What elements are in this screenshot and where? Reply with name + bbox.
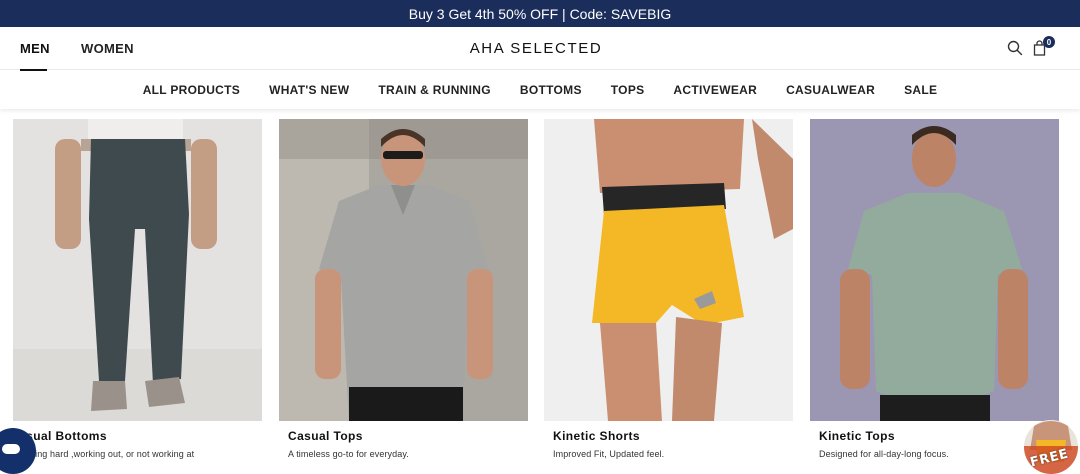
search-icon[interactable]: [1006, 39, 1024, 57]
product-image-kinetic-tops[interactable]: [810, 119, 1059, 421]
product-image-casual-bottoms[interactable]: [13, 119, 262, 421]
free-gift-badge[interactable]: FREE: [1024, 420, 1078, 474]
product-title[interactable]: Kinetic Shorts: [553, 429, 640, 443]
nav-item-bottoms[interactable]: BOTTOMS: [505, 83, 596, 97]
product-card-kinetic-tops[interactable]: Kinetic Tops Designed for all-day-long f…: [810, 119, 1059, 474]
product-title[interactable]: Casual Tops: [288, 429, 363, 443]
chat-icon-glyph: [2, 444, 20, 454]
header: MEN WOMEN AHA SELECTED 0: [0, 27, 1080, 71]
nav-item-train-running[interactable]: TRAIN & RUNNING: [364, 83, 506, 97]
product-description: A timeless go-to for everyday.: [288, 449, 409, 459]
tab-women[interactable]: WOMEN: [81, 27, 134, 70]
product-description: Designed for all-day-long focus.: [819, 449, 949, 459]
product-title[interactable]: Kinetic Tops: [819, 429, 895, 443]
promo-text: Buy 3 Get 4th 50% OFF | Code: SAVEBIG: [408, 5, 672, 22]
nav-item-activewear[interactable]: ACTIVEWEAR: [659, 83, 772, 97]
nav-item-whats-new[interactable]: WHAT'S NEW: [255, 83, 364, 97]
product-card-kinetic-shorts[interactable]: Kinetic Shorts Improved Fit, Updated fee…: [544, 119, 793, 474]
product-grid: Casual Bottoms r working hard ,working o…: [0, 119, 1080, 474]
category-nav: ALL PRODUCTS WHAT'S NEW TRAIN & RUNNING …: [0, 70, 1080, 109]
nav-item-tops[interactable]: TOPS: [596, 83, 659, 97]
nav-item-sale[interactable]: SALE: [890, 83, 952, 97]
promo-bar: Buy 3 Get 4th 50% OFF | Code: SAVEBIG: [0, 0, 1080, 27]
cart-count-badge: 0: [1043, 36, 1055, 48]
product-card-casual-bottoms[interactable]: Casual Bottoms r working hard ,working o…: [10, 119, 262, 474]
product-description: r working hard ,working out, or not work…: [10, 449, 195, 459]
product-description: Improved Fit, Updated feel.: [553, 449, 665, 459]
product-card-casual-tops[interactable]: Casual Tops A timeless go-to for everyda…: [279, 119, 528, 474]
product-image-kinetic-shorts[interactable]: [544, 119, 793, 421]
nav-item-all-products[interactable]: ALL PRODUCTS: [128, 83, 254, 97]
nav-item-casualwear[interactable]: CASUALWEAR: [772, 83, 890, 97]
tab-men[interactable]: MEN: [20, 27, 49, 71]
product-image-casual-tops[interactable]: [279, 119, 528, 421]
site-logo[interactable]: AHA SELECTED: [440, 27, 632, 70]
